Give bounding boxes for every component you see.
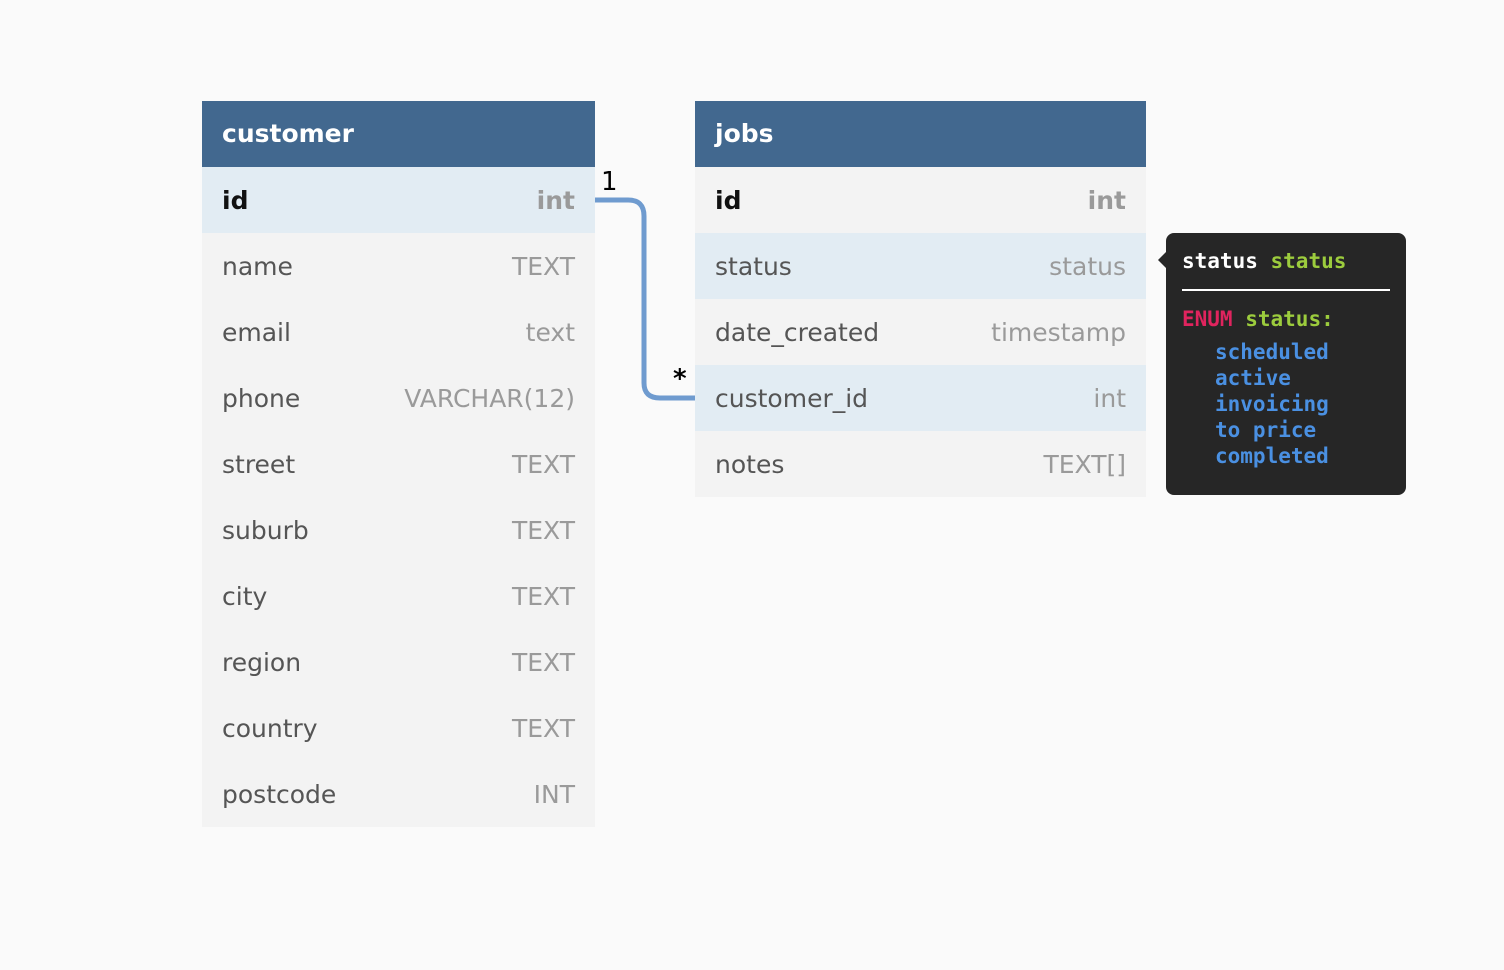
- tooltip-title: status status: [1182, 247, 1390, 275]
- enum-value: active: [1215, 366, 1291, 390]
- tooltip-column-type: status: [1270, 249, 1347, 273]
- column-name: email: [222, 317, 291, 347]
- column-row-street[interactable]: street TEXT: [202, 431, 595, 497]
- column-type: TEXT: [511, 647, 575, 677]
- enum-tooltip: status status ENUM status: scheduled act…: [1166, 233, 1406, 495]
- column-row-suburb[interactable]: suburb TEXT: [202, 497, 595, 563]
- column-name: id: [715, 185, 742, 215]
- column-type: TEXT: [511, 581, 575, 611]
- enum-keyword: ENUM: [1182, 307, 1233, 331]
- column-type: int: [536, 185, 575, 215]
- enum-value: invoicing: [1215, 392, 1329, 416]
- column-type: VARCHAR(12): [404, 383, 575, 413]
- enum-declaration: ENUM status:: [1182, 305, 1390, 333]
- column-name: suburb: [222, 515, 309, 545]
- relationship-one-label: 1: [601, 167, 618, 197]
- tooltip-arrow: [1158, 252, 1166, 268]
- column-name: notes: [715, 449, 785, 479]
- enum-values: scheduled active invoicing to price comp…: [1182, 339, 1390, 469]
- column-row-customer-id[interactable]: customer_id int: [695, 365, 1146, 431]
- column-type: status: [1049, 251, 1126, 281]
- relationship-many-label: *: [673, 364, 687, 394]
- column-name: region: [222, 647, 302, 677]
- enum-name: status:: [1245, 307, 1334, 331]
- column-row-name[interactable]: name TEXT: [202, 233, 595, 299]
- enum-value: scheduled: [1215, 340, 1329, 364]
- column-name: country: [222, 713, 318, 743]
- column-type: TEXT: [511, 515, 575, 545]
- column-row-phone[interactable]: phone VARCHAR(12): [202, 365, 595, 431]
- enum-value: to price: [1215, 418, 1317, 442]
- column-row-postcode[interactable]: postcode INT: [202, 761, 595, 827]
- column-row-region[interactable]: region TEXT: [202, 629, 595, 695]
- column-type: TEXT: [511, 449, 575, 479]
- column-name: customer_id: [715, 383, 869, 413]
- table-title: customer: [202, 101, 595, 167]
- column-row-country[interactable]: country TEXT: [202, 695, 595, 761]
- column-name: postcode: [222, 779, 337, 809]
- column-name: street: [222, 449, 296, 479]
- jobs-table[interactable]: jobs id int status status date_created t…: [695, 101, 1146, 497]
- column-type: TEXT[]: [1043, 449, 1126, 479]
- tooltip-divider: [1182, 289, 1390, 291]
- column-name: date_created: [715, 317, 880, 347]
- column-row-email[interactable]: email text: [202, 299, 595, 365]
- column-type: timestamp: [991, 317, 1126, 347]
- column-row-date-created[interactable]: date_created timestamp: [695, 299, 1146, 365]
- column-type: int: [1093, 383, 1126, 413]
- table-title: jobs: [695, 101, 1146, 167]
- column-type: TEXT: [511, 251, 575, 281]
- column-name: id: [222, 185, 249, 215]
- column-row-id[interactable]: id int: [695, 167, 1146, 233]
- column-name: status: [715, 251, 792, 281]
- column-type: text: [525, 317, 575, 347]
- column-type: TEXT: [511, 713, 575, 743]
- column-name: city: [222, 581, 268, 611]
- column-row-status[interactable]: status status: [695, 233, 1146, 299]
- column-name: name: [222, 251, 293, 281]
- column-type: INT: [533, 779, 575, 809]
- enum-value: completed: [1215, 444, 1329, 468]
- column-row-notes[interactable]: notes TEXT[]: [695, 431, 1146, 497]
- column-name: phone: [222, 383, 301, 413]
- customer-table[interactable]: customer id int name TEXT email text pho…: [202, 101, 595, 827]
- column-row-id[interactable]: id int: [202, 167, 595, 233]
- tooltip-column-name: status: [1182, 249, 1258, 273]
- column-row-city[interactable]: city TEXT: [202, 563, 595, 629]
- column-type: int: [1087, 185, 1126, 215]
